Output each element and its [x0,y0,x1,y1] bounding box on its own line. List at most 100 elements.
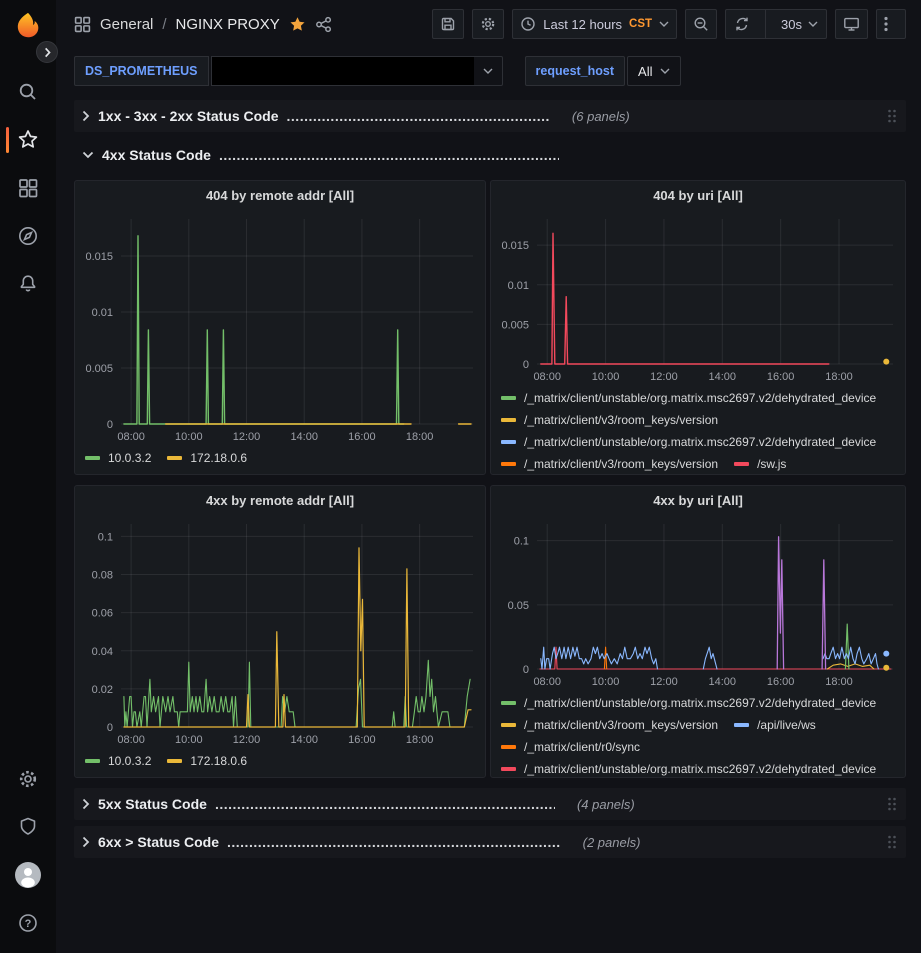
legend-item[interactable]: /_matrix/client/unstable/org.matrix.msc2… [501,696,876,710]
legend-label: /_matrix/client/unstable/org.matrix.msc2… [524,391,876,405]
zoom-out-time-button[interactable] [685,9,717,39]
timeseries-chart[interactable]: 08:0010:0012:0014:0016:0018:0000.0050.01… [491,209,905,386]
legend-item[interactable]: 10.0.3.2 [85,451,151,465]
timeseries-chart[interactable]: 08:0010:0012:0014:0016:0018:0000.050.1 [491,514,905,691]
drag-handle-icon[interactable] [886,108,898,124]
legend-row: 10.0.3.2 172.18.0.6 [85,448,475,467]
refresh-button[interactable] [726,10,758,38]
svg-text:0: 0 [523,359,529,371]
kebab-menu-button[interactable] [876,9,906,39]
dashboard-title[interactable]: NGINX PROXY [176,16,280,33]
variable-value-ds-prometheus[interactable] [211,56,503,86]
breadcrumb-section[interactable]: General [100,16,153,33]
refresh-interval-dropdown[interactable]: 30s [773,10,826,38]
drag-handle-icon[interactable] [886,834,898,850]
svg-text:16:00: 16:00 [348,734,376,746]
svg-text:08:00: 08:00 [117,431,145,443]
chevron-down-icon [82,151,94,159]
time-range-label: Last 12 hours [543,17,622,32]
legend-item[interactable]: /api/live/ws [734,718,816,732]
legend-item[interactable]: /_matrix/client/unstable/org.matrix.msc2… [501,391,876,405]
legend-item[interactable]: /_matrix/client/unstable/org.matrix.msc2… [501,435,876,449]
sidebar-item-search[interactable] [0,68,56,116]
legend-row: /_matrix/client/unstable/org.matrix.msc2… [501,432,895,451]
legend-item[interactable]: /sw.js [734,457,786,471]
toolbar: Last 12 hours CST [432,9,906,39]
legend-item[interactable]: 172.18.0.6 [167,451,247,465]
svg-text:18:00: 18:00 [825,371,853,383]
row-dots: ........................................… [219,147,559,163]
svg-text:12:00: 12:00 [650,676,678,688]
time-range-picker[interactable]: Last 12 hours CST [512,9,677,39]
legend-swatch [85,759,100,763]
variable-label-ds-prometheus[interactable]: DS_PROMETHEUS [74,56,209,86]
sidebar-item-server-admin[interactable] [0,803,56,851]
sidebar-item-explore[interactable] [0,212,56,260]
legend-swatch [734,462,749,466]
legend-row: /_matrix/client/unstable/org.matrix.msc2… [501,759,895,777]
variable-label-request-host[interactable]: request_host [525,56,626,86]
row-panel-count: (4 panels) [577,797,635,812]
row-dots: ........................................… [227,834,561,850]
svg-text:08:00: 08:00 [117,734,145,746]
row-panel-count: (2 panels) [583,835,641,850]
svg-text:0.04: 0.04 [92,646,113,658]
legend-swatch [501,745,516,749]
legend-label: /_matrix/client/unstable/org.matrix.msc2… [524,435,876,449]
svg-text:08:00: 08:00 [533,676,561,688]
dashboard-settings-button[interactable] [472,9,504,39]
svg-text:16:00: 16:00 [348,431,376,443]
legend-row: /_matrix/client/unstable/org.matrix.msc2… [501,388,895,407]
share-icon[interactable] [315,16,332,33]
panel-title[interactable]: 404 by remote addr [All] [75,181,485,209]
svg-text:18:00: 18:00 [406,431,434,443]
breadcrumb-divider: / [162,16,166,33]
legend-label: /api/live/ws [757,718,816,732]
sidebar-item-help[interactable]: ? [0,899,56,947]
row-panel-count: (6 panels) [572,109,630,124]
bell-icon [17,273,39,295]
sidebar-item-configuration[interactable] [0,755,56,803]
variable-value-request-host[interactable]: All [627,56,681,86]
star-icon [17,129,39,151]
refresh-interval-label: 30s [781,17,802,32]
magnifier-minus-icon [693,16,709,32]
timeseries-chart[interactable]: 08:0010:0012:0014:0016:0018:0000.020.040… [75,514,485,749]
sidebar-item-alerting[interactable] [0,260,56,308]
search-icon [17,81,39,103]
row-6xx[interactable]: 6xx > Status Code ......................… [74,826,906,858]
row-title: 5xx Status Code [98,796,207,812]
legend-item[interactable]: /_matrix/client/unstable/org.matrix.msc2… [501,762,876,776]
sidebar-expand-button[interactable] [36,41,58,63]
svg-text:0.005: 0.005 [501,319,529,331]
legend-label: /_matrix/client/unstable/org.matrix.msc2… [524,696,876,710]
svg-text:14:00: 14:00 [290,734,318,746]
sidebar-item-profile[interactable] [0,851,56,899]
dashboard-header: General / NGINX PROXY [56,0,921,48]
legend-item[interactable]: 10.0.3.2 [85,754,151,768]
row-5xx[interactable]: 5xx Status Code ........................… [74,788,906,820]
legend-item[interactable]: /_matrix/client/v3/room_keys/version [501,413,718,427]
legend-label: /_matrix/client/v3/room_keys/version [524,457,718,471]
panel-title[interactable]: 4xx by remote addr [All] [75,486,485,514]
svg-text:12:00: 12:00 [650,371,678,383]
sidebar-item-dashboards[interactable] [0,164,56,212]
row-dots: ........................................… [287,108,550,124]
timeseries-chart[interactable]: 08:0010:0012:0014:0016:0018:0000.0050.01… [75,209,485,446]
cycle-view-mode-button[interactable] [835,9,868,39]
panel-title[interactable]: 4xx by uri [All] [491,486,905,514]
legend-item[interactable]: /_matrix/client/r0/sync [501,740,640,754]
legend-item[interactable]: /_matrix/client/v3/room_keys/version [501,718,718,732]
save-dashboard-button[interactable] [432,9,464,39]
legend-item[interactable]: /_matrix/client/v3/room_keys/version [501,457,718,471]
legend-item[interactable]: 172.18.0.6 [167,754,247,768]
svg-text:18:00: 18:00 [825,676,853,688]
favorite-star-icon[interactable] [289,16,306,33]
row-4xx[interactable]: 4xx Status Code ........................… [74,140,906,170]
drag-handle-icon[interactable] [886,796,898,812]
svg-text:0.02: 0.02 [92,684,113,696]
legend-swatch [501,701,516,705]
sidebar-item-starred[interactable] [0,116,56,164]
row-1xx-3xx-2xx[interactable]: 1xx - 3xx - 2xx Status Code ............… [74,100,906,132]
panel-title[interactable]: 404 by uri [All] [491,181,905,209]
